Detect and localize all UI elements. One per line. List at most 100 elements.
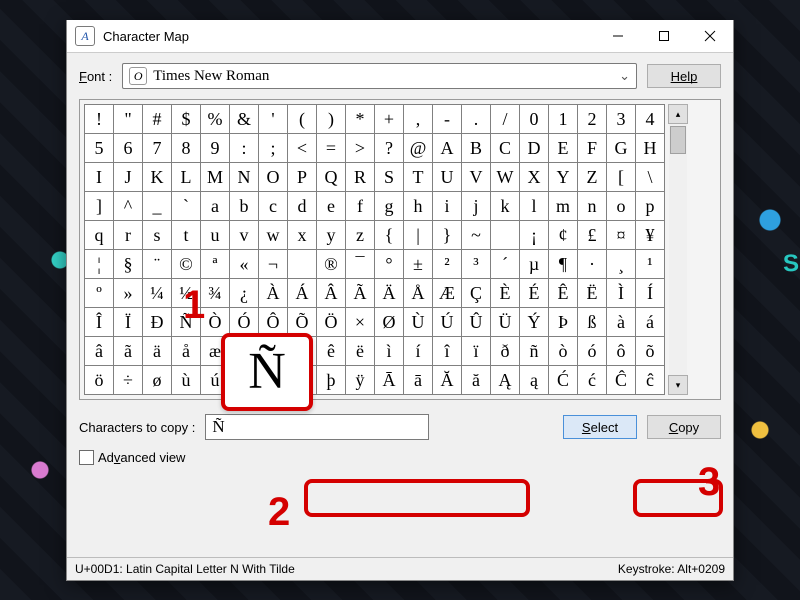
grid-cell[interactable]: ± [404, 250, 433, 279]
grid-cell[interactable]: n [578, 192, 607, 221]
grid-cell[interactable]: ´ [491, 250, 520, 279]
grid-cell[interactable]: x [288, 221, 317, 250]
grid-cell[interactable]: â [85, 337, 114, 366]
grid-cell[interactable]: / [491, 105, 520, 134]
grid-cell[interactable]: # [143, 105, 172, 134]
grid-cell[interactable]: ¨ [143, 250, 172, 279]
grid-cell[interactable]: í [404, 337, 433, 366]
grid-cell[interactable]: F [578, 134, 607, 163]
grid-cell[interactable]: ą [520, 366, 549, 395]
grid-cell[interactable]: a [201, 192, 230, 221]
grid-cell[interactable]: i [433, 192, 462, 221]
grid-cell[interactable]: : [230, 134, 259, 163]
grid-cell[interactable]: k [491, 192, 520, 221]
grid-cell[interactable]: c [259, 192, 288, 221]
grid-cell[interactable]: á [636, 308, 665, 337]
grid-cell[interactable]: X [520, 163, 549, 192]
scroll-track[interactable] [669, 124, 687, 375]
character-preview[interactable]: Ñ [221, 333, 313, 411]
grid-cell[interactable]: Í [636, 279, 665, 308]
scroll-thumb[interactable] [670, 126, 686, 154]
grid-cell[interactable]: J [114, 163, 143, 192]
grid-cell[interactable]: Ç [462, 279, 491, 308]
grid-cell[interactable]: t [172, 221, 201, 250]
grid-cell[interactable]: u [201, 221, 230, 250]
grid-cell[interactable]: G [607, 134, 636, 163]
grid-cell[interactable]: × [346, 308, 375, 337]
grid-cell[interactable]: l [520, 192, 549, 221]
grid-cell[interactable]: ¹ [636, 250, 665, 279]
grid-cell[interactable]: r [114, 221, 143, 250]
grid-cell[interactable]: ă [462, 366, 491, 395]
grid-cell[interactable]: Z [578, 163, 607, 192]
grid-cell[interactable]: . [462, 105, 491, 134]
grid-cell[interactable]: ( [288, 105, 317, 134]
grid-cell[interactable]: 6 [114, 134, 143, 163]
grid-cell[interactable]: z [346, 221, 375, 250]
grid-cell[interactable]: ! [85, 105, 114, 134]
help-button[interactable]: Help [647, 64, 721, 88]
grid-cell[interactable]: ^ [114, 192, 143, 221]
grid-cell[interactable]: £ [578, 221, 607, 250]
grid-cell[interactable]: Ï [114, 308, 143, 337]
grid-cell[interactable]: y [317, 221, 346, 250]
grid-cell[interactable]: + [375, 105, 404, 134]
grid-cell[interactable]: ' [259, 105, 288, 134]
grid-cell[interactable]: p [636, 192, 665, 221]
grid-cell[interactable]: P [288, 163, 317, 192]
grid-cell[interactable]: Å [404, 279, 433, 308]
grid-cell[interactable] [491, 221, 520, 250]
grid-cell[interactable]: > [346, 134, 375, 163]
grid-cell[interactable]: ¬ [259, 250, 288, 279]
grid-cell[interactable]: ¯ [346, 250, 375, 279]
grid-cell[interactable]: ² [433, 250, 462, 279]
grid-cell[interactable]: d [288, 192, 317, 221]
grid-cell[interactable]: Æ [433, 279, 462, 308]
grid-cell[interactable]: 8 [172, 134, 201, 163]
grid-cell[interactable]: § [114, 250, 143, 279]
grid-cell[interactable]: ` [172, 192, 201, 221]
grid-cell[interactable]: U [433, 163, 462, 192]
grid-cell[interactable]: j [462, 192, 491, 221]
grid-cell[interactable]: ß [578, 308, 607, 337]
grid-cell[interactable]: A [433, 134, 462, 163]
grid-cell[interactable]: Ú [433, 308, 462, 337]
grid-cell[interactable]: ~ [462, 221, 491, 250]
font-combobox[interactable]: O Times New Roman ⌄ [122, 63, 637, 89]
character-grid[interactable]: !"#$%&'()*+,-./0123456789:;<=>?@ABCDEFGH… [84, 104, 665, 395]
grid-cell[interactable]: O [259, 163, 288, 192]
grid-cell[interactable]: ¼ [143, 279, 172, 308]
grid-cell[interactable]: ö [85, 366, 114, 395]
grid-cell[interactable]: * [346, 105, 375, 134]
grid-cell[interactable]: ù [172, 366, 201, 395]
grid-cell[interactable]: _ [143, 192, 172, 221]
grid-cell[interactable]: | [404, 221, 433, 250]
grid-cell[interactable]: Y [549, 163, 578, 192]
grid-cell[interactable]: µ [520, 250, 549, 279]
scroll-down-button[interactable]: ▾ [668, 375, 688, 395]
grid-cell[interactable]: q [85, 221, 114, 250]
grid-cell[interactable]: Ì [607, 279, 636, 308]
grid-cell[interactable]: ï [462, 337, 491, 366]
grid-cell[interactable]: © [172, 250, 201, 279]
close-button[interactable] [687, 20, 733, 52]
grid-cell[interactable]: ¥ [636, 221, 665, 250]
grid-cell[interactable]: È [491, 279, 520, 308]
grid-cell[interactable]: ò [549, 337, 578, 366]
grid-cell[interactable]: É [520, 279, 549, 308]
grid-cell[interactable]: ª [201, 250, 230, 279]
grid-cell[interactable]: Ã [346, 279, 375, 308]
minimize-button[interactable] [595, 20, 641, 52]
grid-cell[interactable]: " [114, 105, 143, 134]
grid-cell[interactable]: = [317, 134, 346, 163]
grid-cell[interactable]: ¡ [520, 221, 549, 250]
advanced-view-checkbox[interactable] [79, 450, 94, 465]
grid-cell[interactable]: w [259, 221, 288, 250]
grid-cell[interactable]: Ă [433, 366, 462, 395]
grid-cell[interactable]: ć [578, 366, 607, 395]
grid-cell[interactable]: { [375, 221, 404, 250]
grid-cell[interactable]: ¦ [85, 250, 114, 279]
grid-cell[interactable]: & [230, 105, 259, 134]
grid-cell[interactable]: V [462, 163, 491, 192]
grid-scrollbar[interactable]: ▴ ▾ [669, 104, 687, 395]
